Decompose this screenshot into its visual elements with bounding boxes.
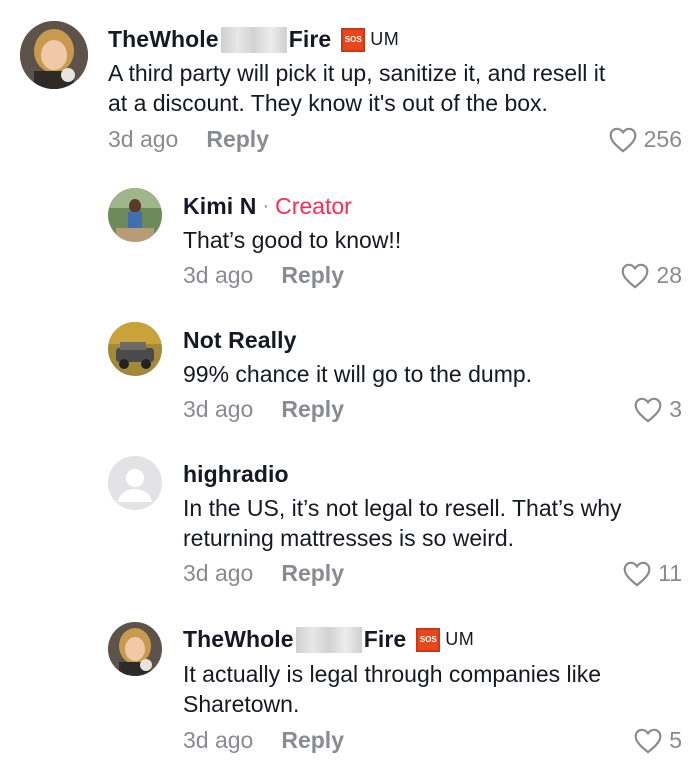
avatar[interactable]	[108, 456, 162, 510]
reply-button[interactable]: Reply	[281, 262, 344, 289]
avatar-photo-icon	[20, 21, 88, 89]
comment-text: A third party will pick it up, sanitize …	[108, 58, 605, 118]
username-suffix[interactable]: Fire	[289, 26, 332, 53]
heart-icon	[622, 263, 649, 289]
username[interactable]: TheWhole	[108, 26, 219, 53]
reply-button[interactable]: Reply	[281, 560, 344, 587]
heart-icon	[609, 127, 637, 153]
username[interactable]: highradio	[183, 461, 289, 488]
comment-text: 99% chance it will go to the dump.	[183, 359, 532, 389]
timestamp: 3d ago	[108, 126, 179, 152]
reply-button[interactable]: Reply	[206, 126, 269, 153]
like-button[interactable]: 3	[633, 396, 682, 423]
heart-icon	[634, 397, 662, 423]
comment-header: Kimi N · Creator	[183, 193, 352, 220]
reply-button[interactable]: Reply	[281, 727, 344, 754]
comment-meta: 3d ago Reply	[183, 396, 344, 423]
heart-icon	[623, 561, 651, 587]
comment-text-line: That’s good to know!!	[183, 227, 402, 253]
avatar[interactable]	[108, 322, 162, 376]
comment-header: highradio	[183, 461, 289, 488]
badge-label: UM	[445, 629, 475, 649]
comment-meta: 3d ago Reply	[108, 126, 269, 153]
heart-icon	[634, 728, 662, 754]
username[interactable]: Kimi N	[183, 193, 256, 220]
like-count: 3	[669, 396, 682, 422]
username[interactable]: Not Really	[183, 327, 296, 354]
reply-item: highradio In the US, it’s not legal to r…	[0, 448, 696, 598]
badge-label: UM	[370, 29, 400, 49]
reply-item: Kimi N · Creator That’s good to know!! 3…	[0, 180, 696, 300]
comment-header: TheWhole Fire SOS UM	[108, 26, 399, 53]
separator-dot: ·	[262, 195, 270, 217]
sos-badge-icon: SOS	[341, 27, 366, 52]
avatar[interactable]	[108, 188, 162, 242]
comment-text: In the US, it’s not legal to resell. Tha…	[183, 493, 622, 553]
timestamp: 3d ago	[183, 262, 254, 288]
like-count: 11	[658, 560, 682, 586]
username[interactable]: TheWhole	[183, 626, 294, 653]
comment-text: That’s good to know!!	[183, 225, 401, 255]
timestamp: 3d ago	[183, 560, 254, 586]
like-button[interactable]: 11	[622, 560, 682, 587]
timestamp: 3d ago	[183, 727, 254, 753]
comment-meta: 3d ago Reply	[183, 727, 344, 754]
comment-text-line: In the US, it’s not legal to resell. Tha…	[183, 495, 622, 521]
comment-text-line: A third party will pick it up, sanitize …	[108, 60, 606, 86]
comment-header: Not Really	[183, 327, 296, 354]
avatar[interactable]	[108, 622, 162, 676]
username-suffix[interactable]: Fire	[364, 626, 407, 653]
avatar-photo-icon	[108, 188, 162, 242]
comment-text-line: returning mattresses is so weird.	[183, 525, 515, 551]
timestamp: 3d ago	[183, 396, 254, 422]
avatar-photo-icon	[108, 322, 162, 376]
sos-badge-icon: SOS	[416, 627, 441, 652]
like-button[interactable]: 5	[633, 727, 682, 754]
comment-item: TheWhole Fire SOS UM A third party will …	[0, 0, 696, 170]
avatar[interactable]	[20, 21, 88, 89]
reply-item: Not Really 99% chance it will go to the …	[0, 314, 696, 434]
comment-text: It actually is legal through companies l…	[183, 659, 601, 719]
redacted-name-segment	[220, 26, 287, 53]
redacted-name-segment	[295, 626, 362, 653]
like-button[interactable]: 28	[620, 262, 682, 289]
like-count: 28	[656, 262, 682, 288]
comment-header: TheWhole Fire SOS UM	[183, 626, 474, 653]
comment-text-line: 99% chance it will go to the dump.	[183, 361, 533, 387]
comment-text-line: It actually is legal through companies l…	[183, 661, 602, 687]
reply-item: TheWhole Fire SOS UM It actually is lega…	[0, 614, 696, 780]
comment-text-line: Sharetown.	[183, 691, 300, 717]
like-button[interactable]: 256	[608, 126, 682, 153]
like-count: 5	[669, 727, 682, 753]
comment-meta: 3d ago Reply	[183, 262, 344, 289]
default-avatar-icon	[108, 456, 162, 510]
like-count: 256	[643, 126, 682, 152]
avatar-photo-icon	[108, 622, 162, 676]
creator-label: Creator	[275, 193, 352, 219]
reply-button[interactable]: Reply	[281, 396, 344, 423]
comment-meta: 3d ago Reply	[183, 560, 344, 587]
comment-text-line: at a discount. They know it's out of the…	[108, 90, 548, 116]
